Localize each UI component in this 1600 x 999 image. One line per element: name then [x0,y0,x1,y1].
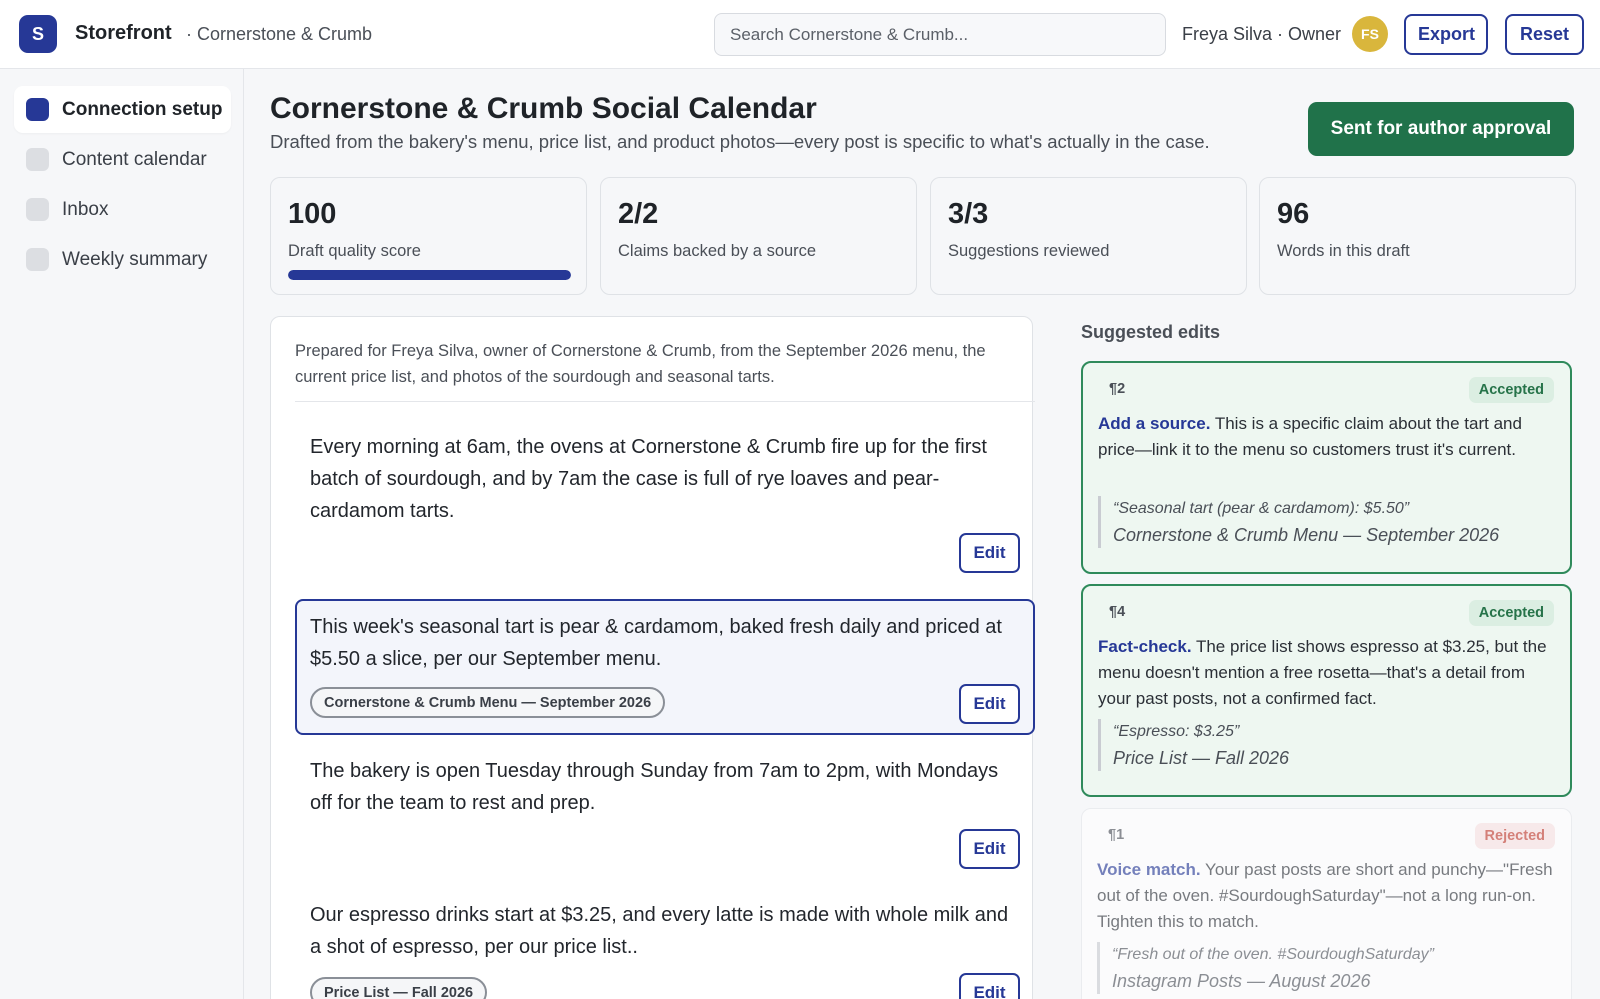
top-bar: S Storefront · Cornerstone & Crumb Freya… [0,0,1600,69]
suggestions-heading: Suggested edits [1081,322,1221,342]
quote-text: “Fresh out of the oven. #SourdoughSaturd… [1112,946,1434,963]
sidebar-item-label: Connection setup [62,98,223,120]
suggestion-kind: Fact-check. [1098,637,1192,656]
suggestion-body: Voice match. Your past posts are short a… [1097,857,1557,935]
divider [295,401,1035,402]
draft-intro: Prepared for Freya Silva, owner of Corne… [295,342,986,386]
avatar[interactable]: FS [1352,16,1388,52]
sidebar-item-content-calendar[interactable]: Content calendar [14,136,231,183]
checkbox-icon [26,148,49,171]
stat-label: Draft quality score [288,242,421,260]
draft-paragraph-3[interactable]: The bakery is open Tuesday through Sunda… [295,743,1035,877]
suggestion-card-3[interactable]: ¶1 Rejected Voice match. Your past posts… [1081,808,1572,999]
suggestion-body: Fact-check. The price list shows espress… [1098,634,1558,712]
user-name: Freya Silva · Owner [1182,24,1342,44]
quote-source: Cornerstone & Crumb Menu — September 202… [1113,525,1500,545]
source-pill[interactable]: Price List — Fall 2026 [310,977,488,999]
quote-text: “Espresso: $3.25” [1113,723,1240,740]
checkbox-icon [26,98,49,121]
paragraph-text: The bakery is open Tuesday through Sunda… [310,760,999,814]
suggestion-body: Add a source. This is a specific claim a… [1098,411,1558,463]
suggestion-kind: Add a source. [1098,414,1211,433]
draft-paragraph-1[interactable]: Every morning at 6am, the ovens at Corne… [295,419,1035,579]
stat-value: 96 [1277,198,1310,230]
page-title: Cornerstone & Crumb Social Calendar [270,92,817,125]
quote-text: “Seasonal tart (pear & cardamom): $5.50” [1113,500,1410,517]
edit-button[interactable]: Edit [959,533,1020,573]
status-badge: Accepted [1468,600,1554,626]
search-input[interactable] [714,13,1166,56]
sidebar-item-label: Weekly summary [62,248,208,270]
status-badge: Accepted [1468,377,1554,403]
quality-progress-bar [288,270,571,280]
stat-card-claims: 2/2 Claims backed by a source [600,177,917,295]
checkbox-icon [26,198,49,221]
sidebar-item-connection-setup[interactable]: Connection setup [14,86,231,133]
edit-button[interactable]: Edit [959,684,1020,724]
source-quote: “Seasonal tart (pear & cardamom): $5.50”… [1098,496,1558,548]
source-quote: “Fresh out of the oven. #SourdoughSaturd… [1097,942,1557,994]
paragraph-ref: ¶4 [1109,604,1126,620]
sidebar-item-inbox[interactable]: Inbox [14,186,231,233]
sidebar-item-label: Content calendar [62,148,207,170]
draft-paragraph-4[interactable]: Our espresso drinks start at $3.25, and … [295,887,1035,999]
export-button[interactable]: Export [1404,14,1488,55]
sidebar: Connection setup Content calendar Inbox … [0,69,244,999]
checkbox-icon [26,248,49,271]
draft-panel: Prepared for Freya Silva, owner of Corne… [270,316,1035,999]
suggestion-card-2[interactable]: ¶4 Accepted Fact-check. The price list s… [1081,584,1572,797]
paragraph-text: Every morning at 6am, the ovens at Corne… [310,436,987,522]
source-quote: “Espresso: $3.25” Price List — Fall 2026 [1098,719,1558,771]
paragraph-ref: ¶2 [1109,381,1126,397]
stat-label: Claims backed by a source [618,242,817,260]
status-badge: Rejected [1474,823,1555,849]
stat-card-quality: 100 Draft quality score [270,177,587,295]
approval-status-button[interactable]: Sent for author approval [1308,102,1574,156]
sidebar-item-label: Inbox [62,198,109,220]
quote-source: Instagram Posts — August 2026 [1112,971,1371,991]
brand-name[interactable]: Storefront [75,22,172,45]
stat-value: 100 [288,198,337,230]
stat-label: Words in this draft [1277,242,1410,260]
breadcrumb: · Cornerstone & Crumb [186,24,373,44]
draft-paragraph-2[interactable]: This week's seasonal tart is pear & card… [295,599,1035,735]
stat-value: 2/2 [618,198,659,230]
edit-button[interactable]: Edit [959,973,1020,999]
stat-card-words: 96 Words in this draft [1259,177,1576,295]
stat-card-suggestions: 3/3 Suggestions reviewed [930,177,1247,295]
suggestion-kind: Voice match. [1097,860,1201,879]
edit-button[interactable]: Edit [959,829,1020,869]
reset-button[interactable]: Reset [1505,14,1584,55]
paragraph-ref: ¶1 [1108,827,1125,843]
sidebar-item-weekly-summary[interactable]: Weekly summary [14,236,231,283]
quality-progress-fill [288,270,571,280]
page-subtitle: Drafted from the bakery's menu, price li… [270,131,1210,152]
suggestion-card-1[interactable]: ¶2 Accepted Add a source. This is a spec… [1081,361,1572,574]
stat-label: Suggestions reviewed [948,242,1110,260]
source-pill[interactable]: Cornerstone & Crumb Menu — September 202… [310,687,666,718]
app-logo[interactable]: S [19,15,57,53]
quote-source: Price List — Fall 2026 [1113,748,1290,768]
paragraph-text: Our espresso drinks start at $3.25, and … [310,904,1009,958]
paragraph-text: This week's seasonal tart is pear & card… [310,616,1002,670]
stat-value: 3/3 [948,198,989,230]
